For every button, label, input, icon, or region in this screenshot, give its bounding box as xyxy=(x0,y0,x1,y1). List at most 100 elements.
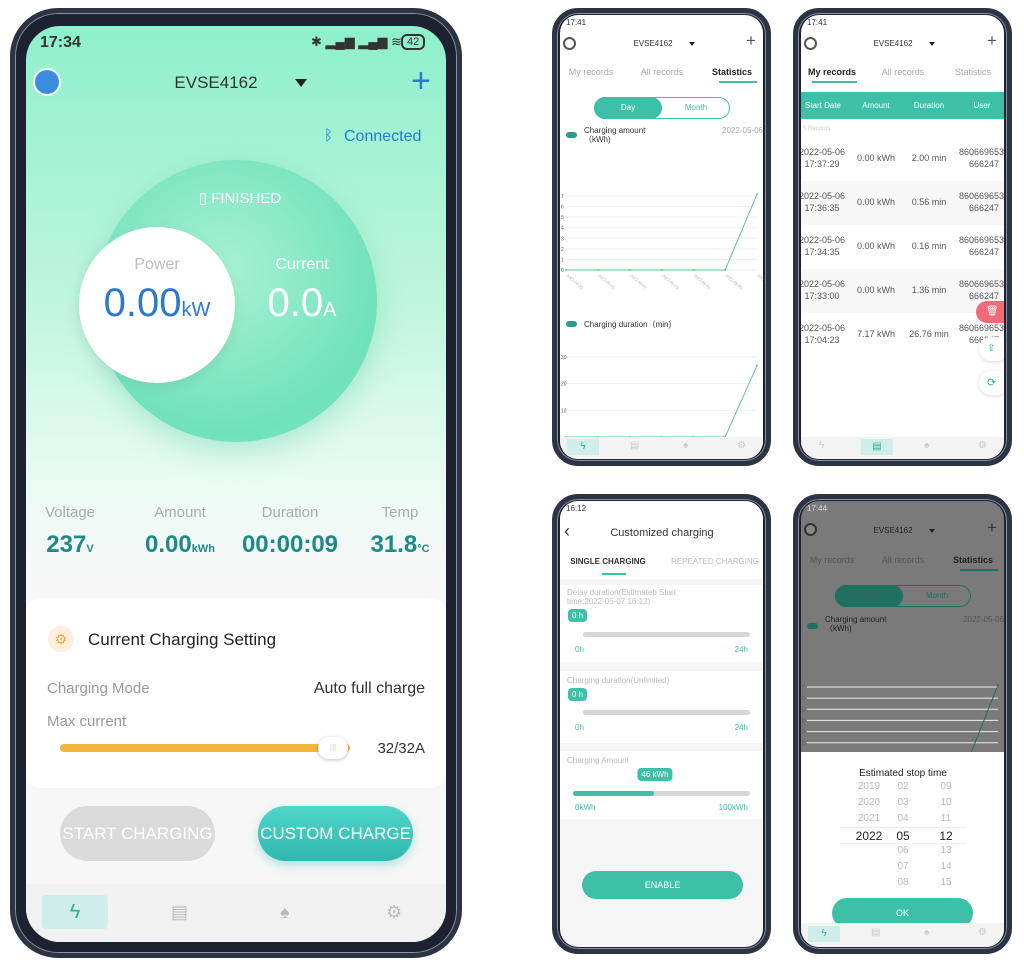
avatar[interactable] xyxy=(563,37,576,50)
picker-option[interactable]: 02 xyxy=(897,781,908,792)
picker-option[interactable]: 10 xyxy=(940,797,951,808)
cell-start-date: 2022-05-06 17:37:29 xyxy=(801,147,846,169)
tab-my-records[interactable]: My records xyxy=(569,67,614,77)
day-toggle[interactable]: Day xyxy=(835,585,903,607)
tab-single-charging[interactable]: SINGLE CHARGING xyxy=(570,557,646,566)
nav-records[interactable]: ▤ xyxy=(630,440,639,451)
nav-charge[interactable]: ϟ xyxy=(819,440,824,451)
device-name[interactable]: EVSE4162 xyxy=(873,39,912,48)
nav-settings[interactable]: ⚙ xyxy=(978,927,987,938)
tab-all-records[interactable]: All records xyxy=(882,555,925,565)
table-row[interactable]: 2022-05-06 17:04:23 7.17 kWh 26.76 min 86… xyxy=(801,313,1004,357)
picker-option[interactable]: 2021 xyxy=(858,813,880,824)
add-icon[interactable]: + xyxy=(987,31,997,51)
picker-option[interactable]: 11 xyxy=(941,813,951,824)
mode-value[interactable]: Auto full charge xyxy=(314,680,425,698)
picker-option[interactable]: 06 xyxy=(897,845,908,856)
duration-slider[interactable] xyxy=(583,710,750,715)
add-icon[interactable]: + xyxy=(411,62,431,101)
data-point[interactable] xyxy=(997,684,999,687)
slider-handle[interactable]: ||| xyxy=(318,737,348,759)
picker-option[interactable]: 13 xyxy=(940,845,951,856)
data-point[interactable] xyxy=(724,269,727,271)
picker-option[interactable]: 2022 xyxy=(856,829,883,843)
month-toggle[interactable]: Month xyxy=(662,97,730,119)
chevron-down-icon[interactable] xyxy=(929,42,935,46)
month-toggle[interactable]: Month xyxy=(903,585,971,607)
tab-repeated-charging[interactable]: REPEATED CHARGING xyxy=(671,557,759,566)
add-icon[interactable]: + xyxy=(987,518,997,538)
add-icon[interactable]: + xyxy=(746,31,756,51)
data-point[interactable] xyxy=(596,269,599,271)
table-row[interactable]: 2022-05-06 17:37:29 0.00 kWh 2.00 min 860… xyxy=(801,137,1004,181)
amount-slider[interactable] xyxy=(573,791,750,796)
max-current-slider[interactable] xyxy=(60,744,350,752)
nav-records[interactable]: ▤ xyxy=(871,927,880,938)
enable-button[interactable]: ENABLE xyxy=(582,871,743,899)
nav-records[interactable]: ▤ xyxy=(861,439,893,455)
table-row[interactable]: 2022-05-06 17:34:35 0.00 kWh 0.16 min 860… xyxy=(801,225,1004,269)
data-point[interactable] xyxy=(660,269,663,271)
chevron-down-icon[interactable] xyxy=(929,529,935,533)
device-name[interactable]: EVSE4162 xyxy=(174,73,257,93)
picker-option[interactable]: 2020 xyxy=(858,797,880,808)
tab-my-records[interactable]: My records xyxy=(810,555,855,565)
picker-option[interactable]: 09 xyxy=(940,781,951,792)
day-toggle[interactable]: Day xyxy=(594,97,662,119)
picker-option[interactable]: 07 xyxy=(897,861,908,872)
chevron-down-icon[interactable] xyxy=(689,42,695,46)
tab-statistics[interactable]: Statistics xyxy=(953,555,993,565)
data-point[interactable] xyxy=(756,193,758,196)
avatar[interactable] xyxy=(804,37,817,50)
col-user[interactable]: User xyxy=(974,101,991,110)
chevron-down-icon[interactable] xyxy=(295,79,307,87)
nav-notifications[interactable]: ♠ xyxy=(924,927,929,938)
col-amount[interactable]: Amount xyxy=(862,101,890,110)
avatar[interactable] xyxy=(33,68,61,96)
picker-option[interactable]: 04 xyxy=(897,813,908,824)
picker-option[interactable]: 2019 xyxy=(858,781,880,792)
tab-my-records[interactable]: My records xyxy=(808,67,856,77)
data-point[interactable] xyxy=(692,269,695,271)
tab-all-records[interactable]: All records xyxy=(641,67,684,77)
picker-option[interactable]: 03 xyxy=(897,797,908,808)
back-icon[interactable]: ‹ xyxy=(564,521,570,542)
delete-button[interactable]: 🗑 xyxy=(976,301,1004,323)
refresh-button[interactable]: ⟳ xyxy=(979,371,1004,395)
chart-date[interactable]: 2022-05-06 xyxy=(722,126,763,135)
nav-charge[interactable]: ϟ xyxy=(808,926,840,942)
picker-option[interactable]: 14 xyxy=(940,861,951,872)
tab-statistics[interactable]: Statistics xyxy=(955,67,991,77)
picker-option[interactable]: 05 xyxy=(896,829,909,843)
avatar[interactable] xyxy=(804,523,817,536)
share-button[interactable]: ⇪ xyxy=(979,337,1004,361)
table-row[interactable]: 2022-05-06 17:33:00 0.00 kWh 1.36 min 860… xyxy=(801,269,1004,313)
start-charging-button[interactable]: START CHARGING xyxy=(60,806,215,861)
data-point[interactable] xyxy=(565,269,567,271)
device-name[interactable]: EVSE4162 xyxy=(873,526,912,535)
delay-slider[interactable] xyxy=(583,632,750,637)
nav-notifications[interactable]: ♠ xyxy=(924,440,929,451)
device-name[interactable]: EVSE4162 xyxy=(633,39,672,48)
nav-notifications[interactable]: ♠ xyxy=(683,440,688,451)
tab-underline xyxy=(602,573,626,575)
tab-statistics[interactable]: Statistics xyxy=(712,67,752,77)
nav-settings[interactable]: ⚙ xyxy=(978,440,987,451)
col-start-date[interactable]: Start Date xyxy=(805,101,841,110)
table-row[interactable]: 2022-05-06 17:36:35 0.00 kWh 0.56 min 860… xyxy=(801,181,1004,225)
picker-option[interactable]: 12 xyxy=(939,829,952,843)
tab-all-records[interactable]: All records xyxy=(882,67,925,77)
nav-charge[interactable]: ϟ xyxy=(42,895,108,929)
nav-notifications[interactable]: ♠ xyxy=(280,902,290,923)
data-point[interactable] xyxy=(628,269,631,271)
nav-settings[interactable]: ⚙ xyxy=(386,902,402,923)
picker-option[interactable]: 15 xyxy=(940,877,951,888)
data-point[interactable] xyxy=(756,364,758,367)
col-duration[interactable]: Duration xyxy=(914,101,944,110)
nav-charge[interactable]: ϟ xyxy=(567,439,599,455)
nav-settings[interactable]: ⚙ xyxy=(737,440,746,451)
picker-option[interactable]: 08 xyxy=(897,877,908,888)
custom-charge-button[interactable]: CUSTOM CHARGE xyxy=(258,806,413,861)
current-label: Current xyxy=(275,256,329,273)
nav-records[interactable]: ▤ xyxy=(171,902,188,923)
